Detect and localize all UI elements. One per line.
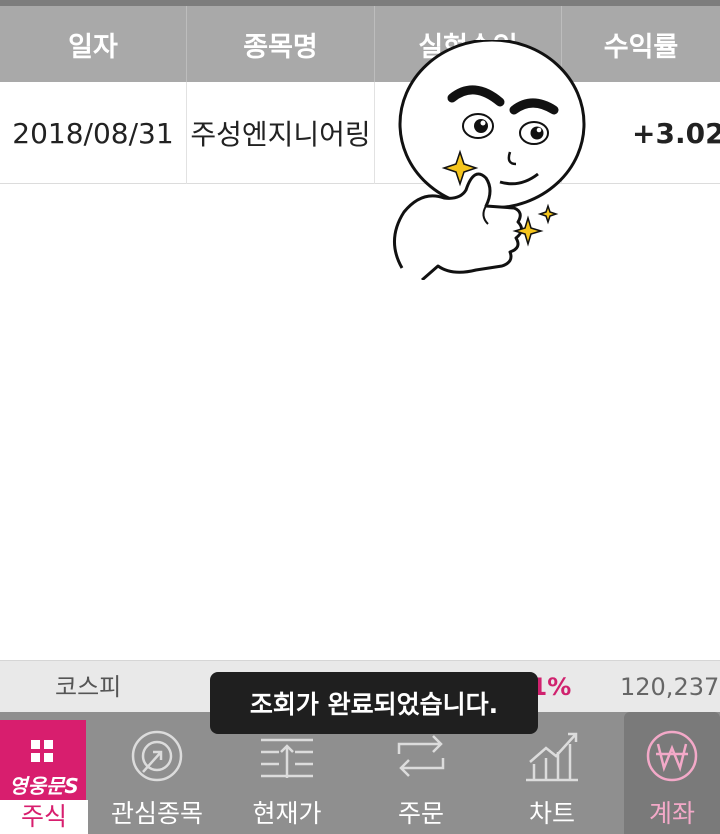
brand-tile: 영웅문S — [0, 720, 86, 802]
nav-label: 관심종목 — [110, 799, 203, 828]
brand-label: 주식 — [0, 800, 88, 834]
bar-chart-icon — [526, 732, 578, 782]
brand-logo: 영웅문S — [9, 774, 79, 798]
nav-watchlist[interactable]: 관심종목 — [92, 712, 222, 834]
grid-icon — [31, 740, 53, 762]
nav-label: 계좌 — [648, 799, 695, 828]
table-header: 일자 종목명 실현손익 수익률 — [0, 0, 720, 82]
ticker-index-name: 코스피 — [55, 673, 122, 701]
row-date: 2018/08/31 — [12, 116, 174, 150]
nav-label: 주문 — [397, 799, 444, 828]
header-stock-name[interactable]: 종목명 — [187, 6, 374, 82]
price-lines-icon — [261, 738, 313, 778]
won-icon — [646, 730, 698, 782]
thumbs-up-sticker-icon — [393, 40, 586, 280]
row-return-rate: +3.02% — [632, 116, 720, 150]
stock-menu-button[interactable]: 영웅문S 주식 — [0, 714, 88, 834]
exchange-arrows-icon — [397, 735, 445, 777]
nav-label: 현재가 — [252, 799, 322, 828]
target-icon — [131, 730, 183, 782]
ticker-volume: 120,237 — [620, 673, 720, 701]
header-date[interactable]: 일자 — [0, 6, 186, 82]
row-stock-name: 주성엔지니어링 — [190, 118, 371, 151]
table-row[interactable]: 2018/08/31 주성엔지니어링 +3.02% — [0, 82, 720, 184]
toast-message: 조회가 완료되었습니다. — [210, 672, 538, 734]
nav-account[interactable]: 계좌 — [624, 712, 720, 834]
nav-label: 차트 — [528, 799, 575, 828]
